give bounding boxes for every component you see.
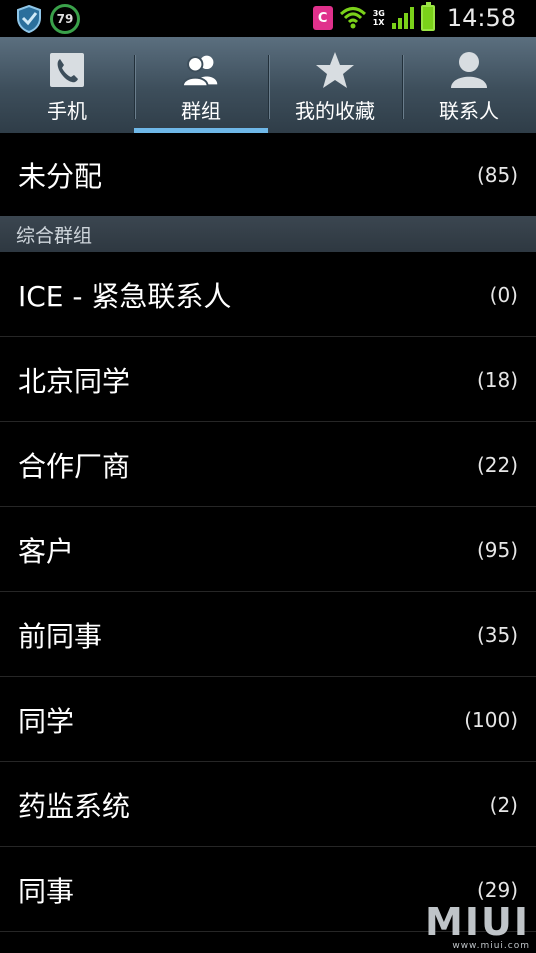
tab-contacts[interactable]: 联系人 xyxy=(402,37,536,133)
battery-circle-icon: 79 xyxy=(50,4,80,34)
watermark-brand: MIUI xyxy=(425,900,530,944)
star-icon xyxy=(316,52,354,88)
app-notification-icon: C xyxy=(312,6,333,30)
tab-bar: 手机 群组 我的收藏 联系人 xyxy=(0,37,536,133)
section-header-label: 综合群组 xyxy=(16,224,93,247)
group-icon xyxy=(181,55,218,88)
list-item-unassigned[interactable]: 未分配 (85) xyxy=(0,133,536,217)
app-notification-letter: C xyxy=(317,10,328,26)
group-count: (35) xyxy=(476,622,518,647)
group-name: 同事 xyxy=(18,874,75,908)
wifi-icon xyxy=(339,7,366,29)
tab-favorites-label: 我的收藏 xyxy=(295,99,375,123)
group-count: (22) xyxy=(476,452,518,477)
tab-contacts-label: 联系人 xyxy=(439,99,499,123)
status-bar: 79 C 3G 1X 14:58 xyxy=(0,0,536,37)
group-name: 客户 xyxy=(18,534,75,568)
group-count: (2) xyxy=(489,792,518,817)
section-header: 综合群组 xyxy=(0,216,536,252)
group-name: 同学 xyxy=(18,704,75,738)
group-name: 北京同学 xyxy=(18,364,131,398)
list-item[interactable]: ICE - 紧急联系人 (0) xyxy=(0,253,536,337)
group-count: (18) xyxy=(476,367,518,392)
list-item[interactable]: 前同事 (35) xyxy=(0,593,536,677)
tab-groups[interactable]: 群组 xyxy=(134,37,268,133)
network-type: 3G 1X xyxy=(373,9,385,27)
signal-icon xyxy=(391,7,414,29)
list-item[interactable]: 合作厂商 (22) xyxy=(0,423,536,507)
person-icon xyxy=(451,52,487,88)
tab-phone[interactable]: 手机 xyxy=(0,37,134,133)
network-type-bottom: 1X xyxy=(372,18,385,27)
miui-watermark: MIUI www.miui.com xyxy=(425,903,530,951)
list-item[interactable]: 同学 (100) xyxy=(0,678,536,762)
tab-phone-label: 手机 xyxy=(47,99,87,123)
group-count: (29) xyxy=(476,877,518,902)
group-count: (95) xyxy=(476,537,518,562)
list-item[interactable]: 北京同学 (18) xyxy=(0,338,536,422)
list-item[interactable]: 药监系统 (2) xyxy=(0,763,536,847)
group-name: 前同事 xyxy=(18,619,103,653)
group-name: ICE - 紧急联系人 xyxy=(18,279,232,313)
group-name: 未分配 xyxy=(18,159,103,193)
group-name: 合作厂商 xyxy=(18,449,131,483)
tab-favorites[interactable]: 我的收藏 xyxy=(268,37,402,133)
shield-icon xyxy=(17,5,41,33)
network-type-top: 3G xyxy=(372,9,385,18)
group-count: (85) xyxy=(476,162,518,187)
group-count: (100) xyxy=(464,707,518,732)
group-count: (0) xyxy=(489,282,518,307)
clock: 14:58 xyxy=(446,4,516,32)
list-item[interactable]: 客户 (95) xyxy=(0,508,536,592)
phone-icon xyxy=(50,53,84,87)
tab-groups-label: 群组 xyxy=(181,99,221,123)
battery-badge-value: 79 xyxy=(56,12,74,26)
group-name: 药监系统 xyxy=(18,789,131,823)
battery-icon xyxy=(420,2,435,31)
